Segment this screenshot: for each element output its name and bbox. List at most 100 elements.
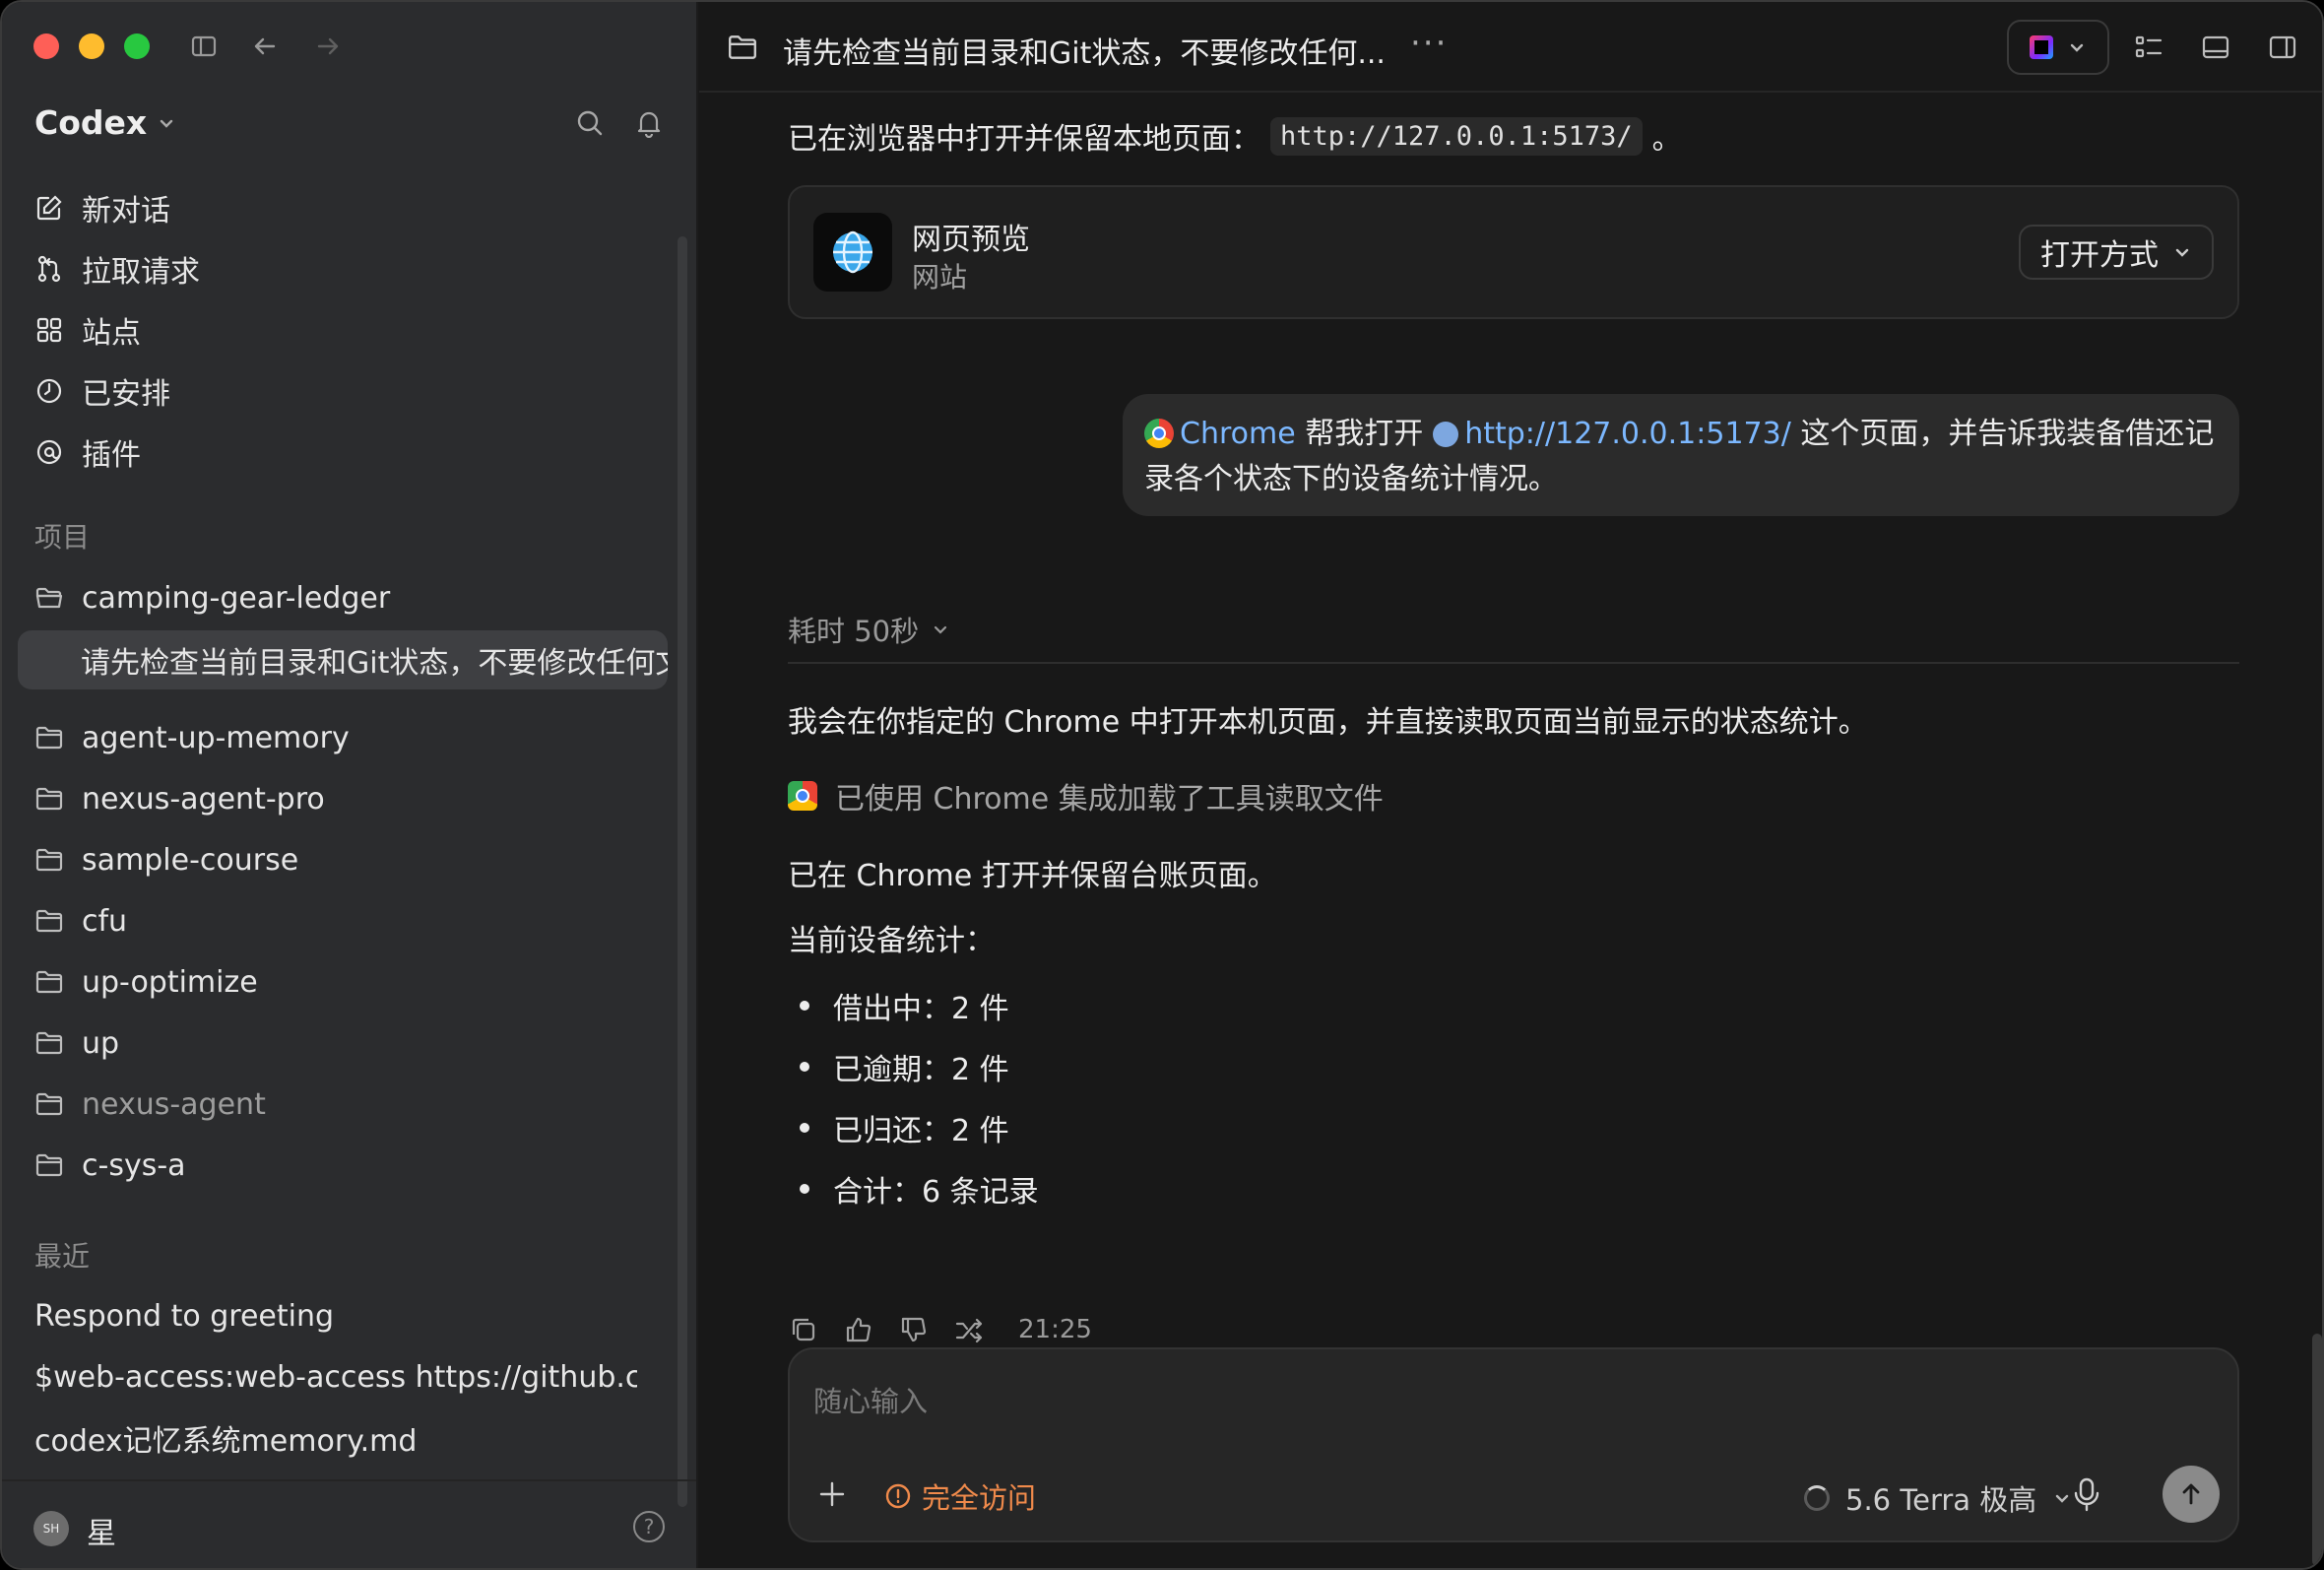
zoom-window-button[interactable] [124,33,150,59]
nav-new-chat[interactable]: 新对话 [34,177,675,238]
chrome-icon [788,781,817,811]
message-input[interactable]: 随心输入 [813,1379,928,1420]
web-preview-card[interactable]: 网页预览 网站 打开方式 [788,185,2239,319]
project-item[interactable]: cfu [18,890,668,951]
user-message: Chrome 帮我打开 http://127.0.0.1:5173/ 这个页面，并… [1123,394,2239,516]
chevron-down-icon [935,625,947,634]
project-item[interactable]: up [18,1013,668,1074]
project-item[interactable]: up-optimize [18,951,668,1013]
app-window: Codex 新对话 拉取请求 站点 已安排 插件 项目 camping-gear… [0,0,2324,1570]
assistant-intro: 已在浏览器中打开并保留本地页面： http://127.0.0.1:5173/ … [788,114,1682,158]
checklist-icon[interactable] [2133,32,2164,63]
clock-icon [36,378,62,404]
elapsed-time-toggle[interactable]: 耗时 50秒 [788,609,950,650]
url-link[interactable]: http://127.0.0.1:5173/ [1464,417,1791,451]
microphone-icon[interactable] [2070,1475,2103,1513]
sidebar-scrollbar[interactable] [678,236,687,1507]
open-in-ide-button[interactable] [2007,20,2109,75]
project-item[interactable]: camping-gear-ledger [18,567,668,628]
preview-subtitle: 网站 [912,261,968,294]
folder-icon [35,726,63,750]
chrome-icon [1144,419,1174,448]
pull-request-icon [37,255,61,283]
minimize-window-button[interactable] [79,33,104,59]
workspace-switcher[interactable]: Codex [34,103,176,142]
main-scrollbar[interactable] [2312,1334,2322,1566]
close-window-button[interactable] [33,33,59,59]
project-item[interactable]: nexus-agent [18,1074,668,1135]
sidebar-toggle-icon[interactable] [185,28,223,65]
more-options-icon[interactable]: ··· [1410,24,1448,63]
forward-arrow-icon[interactable] [309,28,347,65]
project-item[interactable]: agent-up-memory [18,707,668,768]
project-item[interactable]: sample-course [18,829,668,890]
arrow-up-icon [2182,1483,2200,1505]
nav-label: 站点 [82,316,141,351]
thread-title: 请先检查当前目录和Git状态，不要修改任何... [783,36,1386,71]
model-selector[interactable]: 5.6 Terra 极高 [1804,1477,2072,1519]
project-item[interactable]: nexus-agent-pro [18,768,668,829]
project-list: camping-gear-ledger 请先检查当前目录和Git状态，不要修改任… [18,567,668,1196]
tool-usage-line[interactable]: 已使用 Chrome 集成加载了工具读取文件 [788,774,1384,818]
folder-icon [35,848,63,872]
primary-nav: 新对话 拉取请求 站点 已安排 插件 [34,177,675,483]
grid-icon [36,317,62,343]
search-icon[interactable] [573,106,607,140]
user-name[interactable]: 星 [87,1509,116,1552]
nav-plugins[interactable]: 插件 [34,422,675,483]
main-panel: 请先检查当前目录和Git状态，不要修改任何... ··· 已在浏览器中打开并保留… [699,2,2322,1568]
plugin-icon [36,439,62,465]
notification-bell-icon[interactable] [632,106,666,140]
list-item: 已逾期：2 件 [800,1036,1039,1097]
project-item[interactable]: c-sys-a [18,1135,668,1196]
recent-item[interactable]: Respond to greeting [34,1285,637,1346]
loading-spinner-icon [1804,1485,1830,1511]
folder-icon [35,1092,63,1116]
nav-scheduled[interactable]: 已安排 [34,360,675,422]
thumbs-down-icon[interactable] [898,1314,930,1345]
ide-logo-icon [2030,35,2053,59]
nav-label: 插件 [82,438,141,473]
folder-icon [35,1031,63,1055]
fork-icon[interactable] [953,1314,985,1345]
recent-list: Respond to greeting $web-access:web-acce… [34,1285,637,1469]
terminal-panel-icon[interactable] [2200,32,2231,63]
add-attachment-icon[interactable] [815,1477,849,1511]
nav-label: 拉取请求 [82,255,200,290]
send-button[interactable] [2163,1466,2220,1523]
compose-icon [36,195,62,221]
open-with-dropdown[interactable]: 打开方式 [2019,225,2214,280]
chevron-down-icon [2070,43,2084,52]
folder-open-icon [35,587,63,609]
recent-item[interactable]: codex记忆系统memory.md [34,1407,637,1469]
thumbs-up-icon[interactable] [843,1314,874,1345]
preview-title: 网页预览 [912,223,1030,257]
side-panel-icon[interactable] [2267,32,2298,63]
sidebar-footer: SH 星 ? [2,1479,696,1568]
folder-icon [729,35,756,59]
nav-pull-requests[interactable]: 拉取请求 [34,238,675,299]
composer: 随心输入 完全访问 5.6 Terra 极高 [788,1347,2239,1542]
list-item: 借出中：2 件 [800,975,1039,1036]
avatar[interactable]: SH [33,1511,69,1546]
chevron-down-icon [160,119,173,128]
nav-sites[interactable]: 站点 [34,299,675,360]
stats-list: 借出中：2 件 已逾期：2 件 已归还：2 件 合计：6 条记录 [800,975,1039,1219]
copy-icon[interactable] [788,1314,819,1345]
divider [788,662,2239,664]
chevron-down-icon [2175,248,2189,257]
recent-item[interactable]: $web-access:web-access https://github.co… [34,1346,637,1407]
recent-section-label: 最近 [34,1240,91,1273]
back-arrow-icon[interactable] [246,28,284,65]
stats-heading: 当前设备统计： [788,924,995,958]
assistant-reply-1: 我会在你指定的 Chrome 中打开本机页面，并直接读取页面当前显示的状态统计。 [788,705,1868,740]
project-thread-active[interactable]: 请先检查当前目录和Git状态，不要修改任何文件 [18,630,668,689]
help-icon[interactable]: ? [633,1511,665,1542]
nav-label: 已安排 [82,377,170,412]
nav-label: 新对话 [82,194,170,229]
full-access-toggle[interactable]: 完全访问 [884,1475,1036,1517]
local-url-code: http://127.0.0.1:5173/ [1270,116,1643,156]
globe-icon [813,213,892,292]
folder-icon [35,787,63,811]
chrome-mention-chip[interactable]: Chrome [1180,417,1296,451]
